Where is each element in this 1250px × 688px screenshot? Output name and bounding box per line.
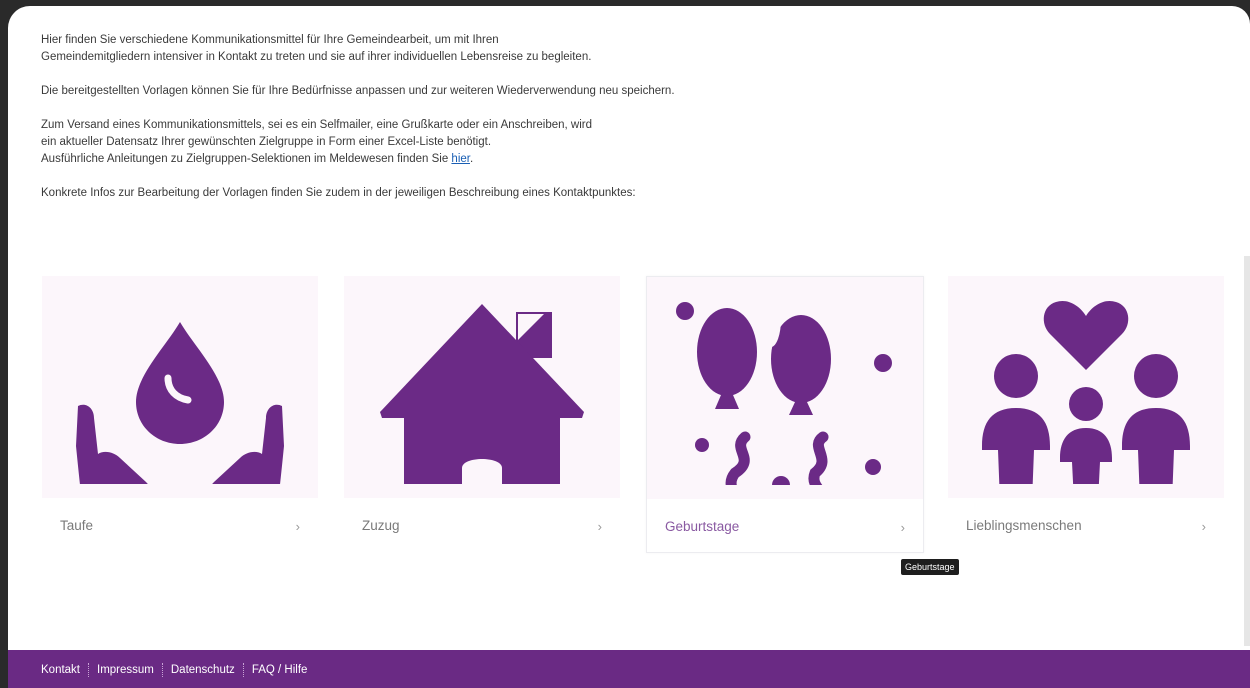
card-label: Taufe	[60, 518, 94, 533]
page-frame: Hier finden Sie verschiedene Kommunikati…	[8, 6, 1250, 688]
balloons-icon	[676, 291, 892, 499]
intro-line: Zum Versand eines Kommunikationsmittels,…	[41, 119, 592, 131]
family-heart-icon	[982, 300, 1190, 498]
intro-paragraph-2: Die bereitgestellten Vorlagen können Sie…	[41, 85, 675, 97]
card-image	[344, 276, 620, 498]
intro-paragraph-1: Hier finden Sie verschiedene Kommunikati…	[41, 32, 1191, 66]
intro-text: Hier finden Sie verschiedene Kommunikati…	[41, 32, 1191, 219]
card-zuzug[interactable]: Zuzug ›	[344, 276, 620, 551]
card-image	[42, 276, 318, 498]
divider	[88, 663, 89, 677]
intro-line: Hier finden Sie verschiedene Kommunikati…	[41, 34, 499, 46]
fade-strip	[948, 484, 1224, 498]
footer-links: Kontakt Impressum Datenschutz FAQ / Hilf…	[41, 663, 307, 677]
card-image	[948, 276, 1224, 498]
footer-link-kontakt[interactable]: Kontakt	[41, 664, 80, 676]
footer-link-faq[interactable]: FAQ / Hilfe	[252, 664, 308, 676]
divider	[161, 663, 163, 677]
house-icon	[380, 304, 584, 498]
footer: Kontakt Impressum Datenschutz FAQ / Hilf…	[8, 650, 1250, 688]
intro-line: Ausführliche Anleitungen zu Zielgruppen-…	[41, 153, 452, 165]
chevron-right-icon: ›	[1201, 519, 1206, 534]
footer-link-datenschutz[interactable]: Datenschutz	[171, 664, 235, 676]
footer-link-impressum[interactable]: Impressum	[97, 664, 154, 676]
card-label: Zuzug	[362, 518, 400, 533]
fade-strip	[42, 484, 318, 498]
intro-line: Gemeindemitgliedern intensiver in Kontak…	[41, 51, 592, 63]
card-taufe[interactable]: Taufe ›	[42, 276, 318, 551]
intro-paragraph-4: Konkrete Infos zur Bearbeitung der Vorla…	[41, 187, 636, 199]
intro-line: ein aktueller Datensatz Ihrer gewünschte…	[41, 136, 492, 148]
intro-line: .	[469, 153, 474, 165]
card-label: Geburtstage	[665, 519, 740, 534]
tooltip: Geburtstage	[901, 559, 959, 575]
card-geburtstage[interactable]: Geburtstage ›	[646, 276, 924, 553]
fade-strip	[647, 485, 923, 499]
card-image	[647, 277, 923, 499]
guide-link[interactable]: hier	[451, 153, 470, 165]
chevron-right-icon: ›	[900, 520, 905, 535]
intro-paragraph-3: Zum Versand eines Kommunikationsmittels,…	[41, 117, 1191, 168]
divider	[242, 663, 244, 677]
scrollbar[interactable]	[1244, 256, 1250, 646]
fade-strip	[344, 484, 620, 498]
hands-water-drop-icon	[76, 322, 284, 498]
chevron-right-icon: ›	[597, 519, 602, 534]
chevron-right-icon: ›	[295, 519, 300, 534]
card-lieblingsmenschen[interactable]: Lieblingsmenschen ›	[948, 276, 1224, 551]
card-label: Lieblingsmenschen	[966, 518, 1082, 533]
